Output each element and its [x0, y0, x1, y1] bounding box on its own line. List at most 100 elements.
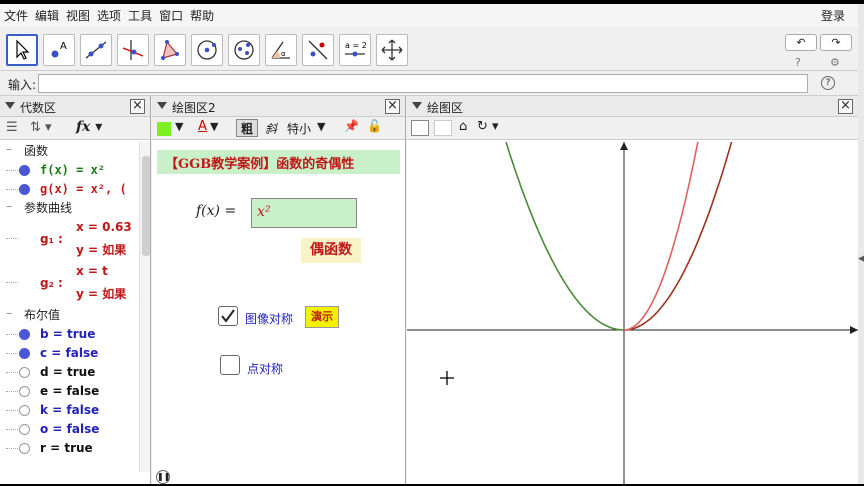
visibility-toggle[interactable] — [19, 386, 30, 397]
curve-g-dark[interactable] — [624, 142, 733, 331]
point-symmetry-label: 点对称 — [247, 362, 284, 376]
visibility-toggle[interactable] — [19, 424, 30, 435]
svg-text:A: A — [60, 41, 67, 52]
list-item[interactable]: g₂ : x = t y = 如果 — [0, 262, 138, 306]
list-item[interactable]: k = false — [0, 401, 138, 420]
curve-g1-y: y = 如果 — [76, 243, 127, 257]
curve-g[interactable] — [624, 142, 699, 331]
boolean-o: o = false — [40, 422, 100, 436]
list-item[interactable]: r = true — [0, 439, 138, 458]
visibility-toggle[interactable] — [19, 329, 30, 340]
axes-toggle-icon[interactable] — [411, 120, 429, 136]
graphics1-title: 绘图区 — [427, 101, 464, 115]
list-item[interactable]: g(x) = x², ( — [0, 180, 138, 199]
menu-help[interactable]: 帮助 — [190, 7, 214, 24]
sort-icon[interactable]: ⇅ ▾ — [30, 120, 52, 135]
reflect-tool-button[interactable] — [302, 34, 334, 66]
refresh-icon[interactable]: ↻ ▾ — [477, 119, 499, 134]
pin-icon[interactable]: 📌 — [344, 119, 359, 133]
perpendicular-tool-button[interactable] — [117, 34, 149, 66]
scrollbar-thumb[interactable] — [142, 156, 150, 256]
visibility-toggle[interactable] — [19, 443, 30, 454]
list-icon[interactable]: ☰ — [6, 120, 18, 135]
list-item[interactable]: f(x) = x² — [0, 161, 138, 180]
category-curves[interactable]: 参数曲线 — [0, 199, 138, 218]
even-function-button[interactable]: 偶函数 — [301, 238, 361, 263]
bold-button[interactable]: 粗 — [236, 119, 258, 137]
list-item[interactable]: g₁ : x = 0.63 y = 如果 — [0, 218, 138, 262]
color-swatch-icon[interactable] — [157, 122, 171, 136]
list-item[interactable]: b = true — [0, 325, 138, 344]
demo-button[interactable]: 演示 — [305, 306, 339, 328]
close-graphics1-button[interactable]: × — [838, 99, 853, 114]
menu-window[interactable]: 窗口 — [159, 7, 183, 24]
graph-canvas[interactable] — [407, 142, 858, 484]
graphics-view-2: 绘图区2 × ▼ A ▼ 粗 斜 特小 ▼ 📌 🔓 【GGB教学案例】函数的奇偶… — [152, 96, 406, 484]
lock-icon[interactable]: 🔓 — [367, 119, 382, 133]
boolean-e: e = false — [40, 384, 100, 398]
list-item[interactable]: e = false — [0, 382, 138, 401]
svg-text:α: α — [281, 50, 286, 58]
move-tool-button[interactable] — [6, 34, 38, 66]
italic-button[interactable]: 斜 — [265, 120, 277, 137]
panel-menu-triangle-icon[interactable] — [5, 102, 15, 109]
pause-icon[interactable]: ❚❚ — [156, 470, 170, 484]
grid-toggle-icon[interactable] — [434, 120, 452, 136]
close-algebra-button[interactable]: × — [130, 99, 145, 114]
circle-tool-button[interactable] — [191, 34, 223, 66]
menu-options[interactable]: 选项 — [97, 7, 121, 24]
conic-tool-button[interactable] — [228, 34, 260, 66]
input-field[interactable] — [38, 74, 808, 93]
move-view-tool-button[interactable] — [376, 34, 408, 66]
input-label: 输入: — [8, 78, 37, 92]
panel-menu-triangle-icon[interactable] — [157, 102, 167, 109]
category-functions[interactable]: 函数 — [0, 142, 138, 161]
text-color-icon[interactable]: A — [198, 119, 207, 134]
menu-edit[interactable]: 编辑 — [35, 7, 59, 24]
slider-tool-button[interactable]: a = 2 — [339, 34, 371, 66]
menu-tools[interactable]: 工具 — [128, 7, 152, 24]
image-symmetry-checkbox[interactable] — [218, 306, 238, 326]
login-link[interactable]: 登录 — [821, 7, 845, 24]
close-graphics2-button[interactable]: × — [385, 99, 400, 114]
list-item[interactable]: o = false — [0, 420, 138, 439]
algebra-stylebar: ☰ ⇅ ▾ fx ▾ — [0, 117, 150, 140]
point-tool-button[interactable]: A — [43, 34, 75, 66]
dropdown-icon[interactable]: ▼ — [317, 120, 325, 133]
curve-g2-y: y = 如果 — [76, 287, 127, 301]
curve-g1-name: g₁ : — [40, 232, 63, 246]
home-icon[interactable]: ⌂ — [459, 119, 467, 134]
visibility-toggle[interactable] — [19, 405, 30, 416]
dropdown-icon[interactable]: ▼ — [210, 120, 218, 133]
menu-view[interactable]: 视图 — [66, 7, 90, 24]
fx-icon[interactable]: fx ▾ — [76, 119, 102, 135]
point-symmetry-checkbox[interactable] — [220, 355, 240, 375]
line-tool-button[interactable] — [80, 34, 112, 66]
line-icon — [85, 41, 107, 59]
gear-icon[interactable]: ⚙ — [830, 56, 840, 69]
visibility-toggle[interactable] — [19, 184, 30, 195]
list-item[interactable]: c = false — [0, 344, 138, 363]
y-axis-arrow-icon — [620, 142, 628, 150]
curve-f[interactable] — [505, 142, 624, 331]
list-item[interactable]: d = true — [0, 363, 138, 382]
undo-button[interactable]: ↶ — [785, 34, 817, 51]
menu-file[interactable]: 文件 — [4, 7, 28, 24]
category-booleans[interactable]: 布尔值 — [0, 306, 138, 325]
panel-menu-triangle-icon[interactable] — [412, 102, 422, 109]
angle-tool-button[interactable]: α — [265, 34, 297, 66]
visibility-toggle[interactable] — [19, 165, 30, 176]
dropdown-icon[interactable]: ▼ — [175, 120, 183, 133]
help-icon[interactable]: ? — [795, 56, 801, 69]
collapse-arrow-icon[interactable]: ◀ — [858, 254, 864, 264]
visibility-toggle[interactable] — [19, 348, 30, 359]
function-input-box[interactable]: x² — [251, 198, 357, 228]
algebra-scrollbar[interactable] — [139, 142, 150, 472]
polygon-tool-button[interactable] — [154, 34, 186, 66]
input-help-icon[interactable]: ? — [821, 76, 835, 90]
function-label: f(x) = — [196, 203, 237, 219]
text-size-dropdown[interactable]: 特小 — [287, 120, 311, 137]
boolean-r: r = true — [40, 441, 93, 455]
visibility-toggle[interactable] — [19, 367, 30, 378]
redo-button[interactable]: ↷ — [820, 34, 852, 51]
